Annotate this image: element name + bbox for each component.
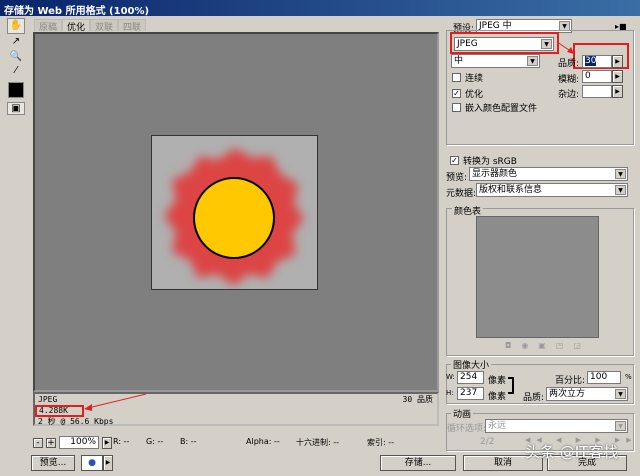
chevron-down-icon: ▼ — [615, 421, 626, 431]
toggle-slices-icon[interactable]: ▣ — [7, 102, 25, 115]
metadata-value: 版权和联系信息 — [479, 185, 543, 195]
zoom-in-button[interactable]: + — [46, 437, 56, 448]
slice-select-tool-icon[interactable]: ↗ — [7, 35, 25, 51]
info-file-size: 4.288K — [35, 405, 84, 417]
quality-preset-select[interactable]: 中 ▼ — [451, 54, 540, 68]
quality-slider-arrow[interactable]: ▶ — [612, 55, 623, 68]
zoom-out-button[interactable]: - — [33, 437, 43, 448]
height-label: H: — [446, 389, 454, 397]
constrain-proportions-link-icon[interactable] — [508, 377, 514, 394]
chevron-down-icon: ▼ — [541, 39, 552, 49]
checkbox[interactable]: ✓ — [450, 156, 459, 165]
height-field[interactable]: 237 — [457, 387, 484, 400]
format-value: JPEG — [457, 39, 478, 49]
percent-unit: % — [625, 373, 632, 381]
checkbox[interactable] — [452, 103, 461, 112]
annotation-arrow — [84, 393, 147, 411]
status-g: G: -- — [146, 437, 164, 446]
matte-label: 杂边: — [558, 90, 580, 100]
checkbox[interactable] — [452, 73, 461, 82]
width-field[interactable]: 254 — [457, 371, 484, 384]
chevron-down-icon: ▼ — [615, 185, 626, 195]
blur-field[interactable]: 0 — [582, 70, 612, 83]
frame-counter: 2/2 — [480, 437, 495, 447]
blur-slider-arrow[interactable]: ▶ — [612, 70, 623, 83]
zoom-level-field[interactable]: 100% — [59, 436, 99, 449]
resample-label: 品质: — [523, 393, 545, 403]
eyedropper-tool-icon[interactable]: ⁄ — [7, 64, 25, 80]
quality-field[interactable]: 30 — [582, 55, 612, 68]
metadata-label: 元数据: — [446, 189, 477, 199]
loop-label: 循环选项: — [447, 424, 487, 434]
resample-select[interactable]: 两次立方 ▼ — [546, 387, 628, 401]
height-unit: 像素 — [488, 392, 507, 402]
zoom-menu-arrow[interactable]: ▶ — [102, 436, 112, 449]
preview-label: 预览: — [446, 173, 468, 183]
checkbox-label: 嵌入颜色配置文件 — [465, 104, 538, 114]
optimized-checkbox[interactable]: ✓ 优化 — [452, 87, 483, 100]
resample-value: 两次立方 — [549, 389, 586, 399]
eyedropper-color-swatch[interactable] — [8, 82, 24, 98]
status-r: R: -- — [113, 437, 130, 446]
tab-2up[interactable]: 双联 — [90, 19, 119, 33]
save-button[interactable]: 存储... — [380, 455, 456, 471]
chevron-down-icon: ▼ — [615, 169, 626, 179]
animation-label: 动画 — [451, 407, 474, 420]
loop-select[interactable]: 永远 ▼ — [485, 419, 628, 433]
browser-menu-arrow[interactable]: ▶ — [103, 455, 113, 471]
loop-value: 永远 — [488, 421, 507, 431]
preview-button[interactable]: 预览... — [31, 455, 75, 471]
view-tabs: 原稿 优化 双联 四联 — [34, 19, 147, 33]
tab-4up[interactable]: 四联 — [118, 19, 147, 33]
matte-field[interactable] — [582, 85, 612, 98]
tab-original[interactable]: 原稿 — [34, 19, 63, 33]
preview-select[interactable]: 显示器颜色 ▼ — [469, 167, 628, 181]
checkbox-label: 转换为 sRGB — [463, 157, 517, 167]
info-quality: 30 品质 — [402, 395, 433, 404]
status-index: 索引: -- — [367, 438, 395, 447]
animation-controls[interactable]: ◀◀ ◀ ▶ ▶ ▶▶ — [525, 436, 638, 444]
progressive-checkbox[interactable]: 连续 — [452, 71, 483, 84]
status-alpha: Alpha: -- — [246, 437, 280, 446]
preview-image — [151, 135, 318, 290]
checkbox-label: 连续 — [465, 74, 484, 84]
convert-srgb-checkbox[interactable]: ✓ 转换为 sRGB — [450, 154, 517, 167]
quality-value: 30 — [585, 56, 597, 66]
hand-tool-icon[interactable]: ✋ — [7, 18, 25, 34]
status-b: B: -- — [180, 437, 197, 446]
chevron-down-icon: ▼ — [527, 56, 538, 66]
embed-profile-checkbox[interactable]: 嵌入颜色配置文件 — [452, 101, 537, 114]
percent-label: 百分比: — [555, 376, 586, 386]
chevron-down-icon: ▼ — [615, 389, 626, 399]
matte-menu-arrow[interactable]: ▶ — [612, 85, 623, 98]
status-hex: 十六进制: -- — [296, 438, 340, 447]
image-size-label: 图像大小 — [451, 358, 492, 371]
window-title: 存储为 Web 所用格式 (100%) — [0, 0, 640, 17]
checkbox-label: 优化 — [465, 90, 484, 100]
quality-label: 品质: — [558, 59, 580, 69]
checkbox[interactable]: ✓ — [452, 89, 461, 98]
color-table[interactable] — [476, 216, 599, 338]
metadata-select[interactable]: 版权和联系信息 ▼ — [476, 183, 628, 197]
tab-optimized[interactable]: 优化 — [62, 19, 91, 33]
percent-field[interactable]: 100 — [587, 371, 621, 384]
browser-icon[interactable]: ● — [81, 455, 103, 471]
width-label: W: — [446, 373, 455, 381]
info-download-time[interactable]: 2 秒 @ 56.6 Kbps — [38, 417, 434, 427]
format-select[interactable]: JPEG ▼ — [454, 37, 554, 51]
sun-image — [164, 148, 304, 286]
quality-preset-value: 中 — [454, 56, 464, 66]
width-unit: 像素 — [488, 376, 507, 386]
color-table-icons[interactable]: ◘◉▣◳◲ — [505, 341, 591, 350]
blur-label: 模糊: — [558, 75, 580, 85]
preview-value: 显示器颜色 — [472, 169, 518, 179]
